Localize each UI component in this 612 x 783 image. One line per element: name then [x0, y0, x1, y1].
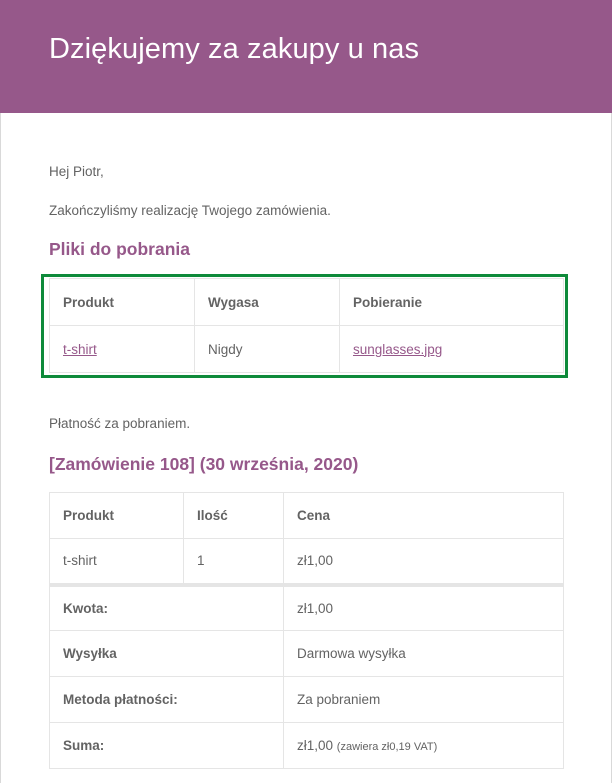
table-row: t-shirt 1 zł1,00: [49, 538, 564, 585]
column-header-price: Cena: [283, 492, 564, 539]
totals-row-shipping: Wysyłka Darmowa wysyłka: [49, 630, 564, 677]
intro-text: Zakończyliśmy realizację Twojego zamówie…: [49, 203, 331, 218]
total-value: zł1,00: [297, 738, 334, 753]
table-header-row: Produkt Ilość Cena: [49, 492, 564, 539]
downloads-title: Pliki do pobrania: [49, 239, 190, 259]
greeting-text: Hej Piotr,: [49, 164, 104, 179]
total-value-cell: zł1,00 (zawiera zł0,19 VAT): [283, 722, 564, 769]
totals-row-subtotal: Kwota: zł1,00: [49, 582, 564, 631]
item-product-cell: t-shirt: [49, 538, 184, 585]
vat-note: (zawiera zł0,19 VAT): [336, 741, 438, 753]
payment-method-label: Metoda płatności:: [49, 676, 284, 723]
subtotal-value: zł1,00: [283, 582, 564, 631]
item-quantity-cell: 1: [183, 538, 284, 585]
email-header: Dziękujemy za zakupy u nas: [0, 0, 612, 113]
order-title: [Zamówienie 108] (30 września, 2020): [49, 454, 359, 474]
shipping-label: Wysyłka: [49, 630, 284, 677]
order-table: Produkt Ilość Cena t-shirt 1 zł1,00 Kwot…: [49, 492, 564, 769]
payment-method-value: Za pobraniem: [283, 676, 564, 723]
total-label: Suma:: [49, 722, 284, 769]
item-price-cell: zł1,00: [283, 538, 564, 585]
column-header-quantity: Ilość: [183, 492, 284, 539]
email-title: Dziękujemy za zakupy u nas: [49, 33, 420, 65]
subtotal-label: Kwota:: [49, 582, 284, 631]
downloads-highlight-box: [41, 274, 568, 378]
totals-row-total: Suma: zł1,00 (zawiera zł0,19 VAT): [49, 722, 564, 769]
payment-note: Płatność za pobraniem.: [49, 416, 191, 431]
totals-row-payment-method: Metoda płatności: Za pobraniem: [49, 676, 564, 723]
shipping-value: Darmowa wysyłka: [283, 630, 564, 677]
column-header-product: Produkt: [49, 492, 184, 539]
